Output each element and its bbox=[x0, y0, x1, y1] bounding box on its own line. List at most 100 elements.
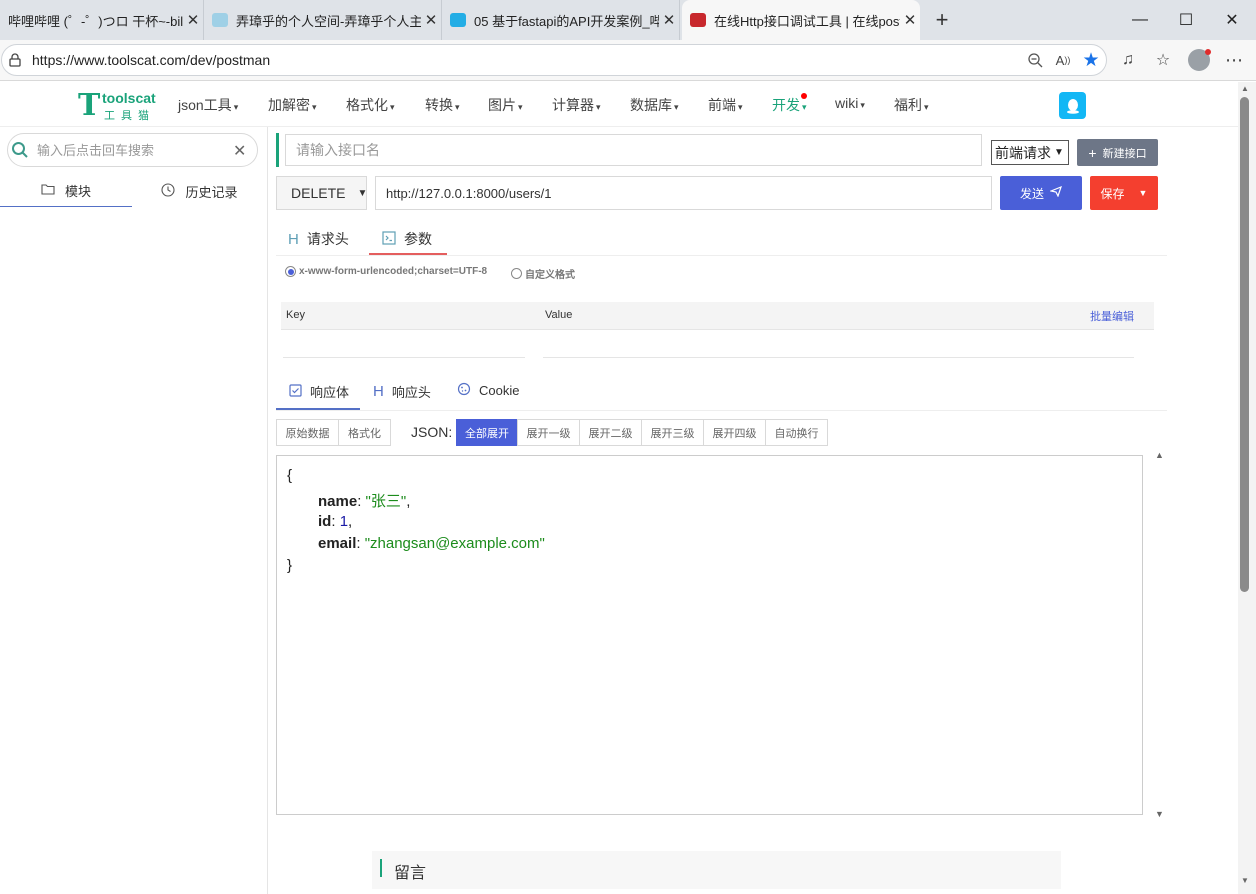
close-icon[interactable]: ✕ bbox=[183, 11, 203, 29]
http-method-select[interactable]: DELETE ▼ bbox=[276, 176, 367, 210]
send-button[interactable]: 发送 bbox=[1000, 176, 1082, 210]
tab-request-headers[interactable]: H 请求头 bbox=[288, 229, 349, 249]
close-window-button[interactable]: ✕ bbox=[1209, 0, 1255, 40]
browser-tab-postman[interactable]: 在线Http接口调试工具 | 在线postman ✕ bbox=[682, 0, 920, 40]
json-key: id bbox=[318, 513, 332, 530]
param-value-input[interactable] bbox=[543, 338, 1134, 358]
scroll-down-icon[interactable]: ▼ bbox=[1241, 876, 1249, 885]
param-key-input[interactable] bbox=[283, 338, 525, 358]
expand-level-1-button[interactable]: 展开一级 bbox=[517, 419, 580, 446]
read-aloud-icon[interactable]: A)) bbox=[1049, 46, 1077, 74]
expand-level-2-button[interactable]: 展开二级 bbox=[579, 419, 642, 446]
favorite-star-icon[interactable]: ★ bbox=[1077, 46, 1105, 74]
api-name-input[interactable] bbox=[285, 134, 982, 166]
browser-tab-space[interactable]: 弄璋乎的个人空间-弄璋乎个人主页 ✕ bbox=[204, 0, 442, 40]
search-icon bbox=[11, 141, 29, 159]
divider bbox=[276, 410, 1167, 411]
nav-calculator[interactable]: 计算器 ▾ bbox=[552, 95, 601, 115]
nav-label: wiki bbox=[835, 95, 859, 111]
inner-scroll-down-icon[interactable]: ▼ bbox=[1155, 809, 1164, 819]
close-icon[interactable]: ✕ bbox=[900, 11, 920, 29]
json-open-brace: { bbox=[287, 467, 293, 484]
caret-down-icon: ▾ bbox=[518, 102, 523, 112]
tab-title: 在线Http接口调试工具 | 在线postman bbox=[714, 13, 900, 29]
lock-icon[interactable] bbox=[9, 53, 21, 67]
json-field-name: name: "张三", bbox=[318, 493, 411, 510]
new-api-label: 新建接口 bbox=[1102, 147, 1147, 160]
qq-penguin-icon[interactable] bbox=[1059, 92, 1086, 119]
page-scrollbar-thumb[interactable] bbox=[1240, 97, 1249, 592]
bilibili-tv-icon bbox=[212, 13, 228, 27]
nav-frontend[interactable]: 前端 ▾ bbox=[708, 95, 743, 115]
media-icon[interactable]: ♫ bbox=[1114, 46, 1142, 74]
expand-level-4-button[interactable]: 展开四级 bbox=[703, 419, 766, 446]
minimize-button[interactable]: — bbox=[1117, 0, 1163, 40]
nav-label: 计算器 bbox=[552, 97, 594, 113]
favorites-list-icon[interactable]: ☆ bbox=[1149, 46, 1177, 74]
request-type-select[interactable]: 前端请求 ▼ bbox=[991, 140, 1069, 165]
expand-level-3-button[interactable]: 展开三级 bbox=[641, 419, 704, 446]
nav-label: 数据库 bbox=[630, 97, 672, 113]
view-mode-group: 原始数据 格式化 bbox=[276, 419, 391, 446]
tab-cookie[interactable]: Cookie bbox=[457, 382, 519, 399]
caret-down-icon: ▾ bbox=[233, 102, 239, 112]
clock-icon bbox=[161, 182, 176, 200]
caret-down-icon: ▾ bbox=[738, 102, 743, 112]
tab-response-headers[interactable]: H 响应头 bbox=[373, 382, 431, 401]
maximize-button[interactable]: ☐ bbox=[1163, 0, 1209, 40]
nav-label: 前端 bbox=[708, 97, 736, 113]
nav-wiki[interactable]: wiki ▾ bbox=[835, 95, 865, 111]
paper-plane-icon bbox=[1048, 185, 1062, 200]
nav-database[interactable]: 数据库 ▾ bbox=[630, 95, 679, 115]
logo-subtitle: 工具猫 bbox=[104, 110, 155, 122]
nav-encrypt[interactable]: 加解密 ▾ bbox=[268, 95, 317, 115]
nav-label: 开发 bbox=[772, 97, 800, 113]
save-button[interactable]: 保存 ▼ bbox=[1090, 176, 1158, 210]
nav-format[interactable]: 格式化 ▾ bbox=[346, 95, 395, 115]
more-menu-icon[interactable]: ⋯ bbox=[1220, 46, 1248, 74]
scroll-up-icon[interactable]: ▲ bbox=[1241, 84, 1249, 93]
caret-down-icon: ▾ bbox=[860, 100, 865, 110]
tab-label: 请求头 bbox=[306, 231, 349, 247]
sidebar-tab-module[interactable]: 模块 bbox=[0, 175, 132, 207]
plus-icon: + bbox=[1088, 144, 1097, 161]
nav-json-tools[interactable]: json工具 ▾ bbox=[178, 95, 238, 115]
nav-convert[interactable]: 转换 ▾ bbox=[425, 95, 460, 115]
tab-label: 响应体 bbox=[310, 385, 350, 400]
bulk-edit-link[interactable]: 批量编辑 bbox=[1090, 308, 1134, 324]
close-icon[interactable]: ✕ bbox=[659, 11, 679, 29]
sidebar-search-input[interactable] bbox=[37, 140, 227, 160]
zoom-icon[interactable] bbox=[1021, 46, 1049, 74]
logo-name[interactable]: toolscat bbox=[102, 90, 156, 106]
caret-down-icon[interactable]: ▼ bbox=[1139, 188, 1148, 198]
new-tab-button[interactable]: + bbox=[930, 7, 954, 33]
new-api-button[interactable]: + 新建接口 bbox=[1077, 139, 1158, 166]
tab-params[interactable]: 参数 bbox=[382, 229, 432, 249]
raw-data-button[interactable]: 原始数据 bbox=[276, 419, 339, 446]
tab-response-body[interactable]: 响应体 bbox=[289, 382, 349, 401]
url-text[interactable]: https://www.toolscat.com/dev/postman bbox=[32, 52, 270, 68]
clear-icon[interactable]: ✕ bbox=[233, 141, 247, 160]
logo-letter[interactable]: T bbox=[78, 88, 100, 123]
comment-section bbox=[372, 851, 1061, 889]
divider bbox=[276, 255, 1167, 256]
caret-down-icon: ▾ bbox=[924, 102, 929, 112]
radio-form-urlencoded[interactable]: x-www-form-urlencoded;charset=UTF-8 bbox=[285, 266, 487, 277]
radio-dot bbox=[511, 268, 522, 279]
radio-custom-format[interactable]: 自定义格式 bbox=[511, 266, 575, 281]
sidebar-tab-history[interactable]: 历史记录 bbox=[132, 175, 267, 207]
word-wrap-button[interactable]: 自动换行 bbox=[765, 419, 828, 446]
checkbox-icon bbox=[289, 383, 302, 400]
nav-image[interactable]: 图片 ▾ bbox=[488, 95, 523, 115]
close-icon[interactable]: ✕ bbox=[421, 11, 441, 29]
browser-tab-bilibili[interactable]: 哔哩哔哩 (゜-゜)つロ 干杯~-bilibili ✕ bbox=[0, 0, 204, 40]
caret-down-icon: ▾ bbox=[312, 102, 317, 112]
request-url-input[interactable] bbox=[375, 176, 992, 210]
inner-scroll-up-icon[interactable]: ▲ bbox=[1155, 450, 1164, 460]
http-method-value: DELETE bbox=[291, 185, 346, 201]
nav-welfare[interactable]: 福利 ▾ bbox=[894, 95, 929, 115]
radio-label: x-www-form-urlencoded;charset=UTF-8 bbox=[299, 266, 488, 277]
browser-tab-fastapi[interactable]: 05 基于fastapi的API开发案例_哔哩 ✕ bbox=[442, 0, 680, 40]
expand-all-button[interactable]: 全部展开 bbox=[456, 419, 518, 446]
formatted-button[interactable]: 格式化 bbox=[338, 419, 391, 446]
